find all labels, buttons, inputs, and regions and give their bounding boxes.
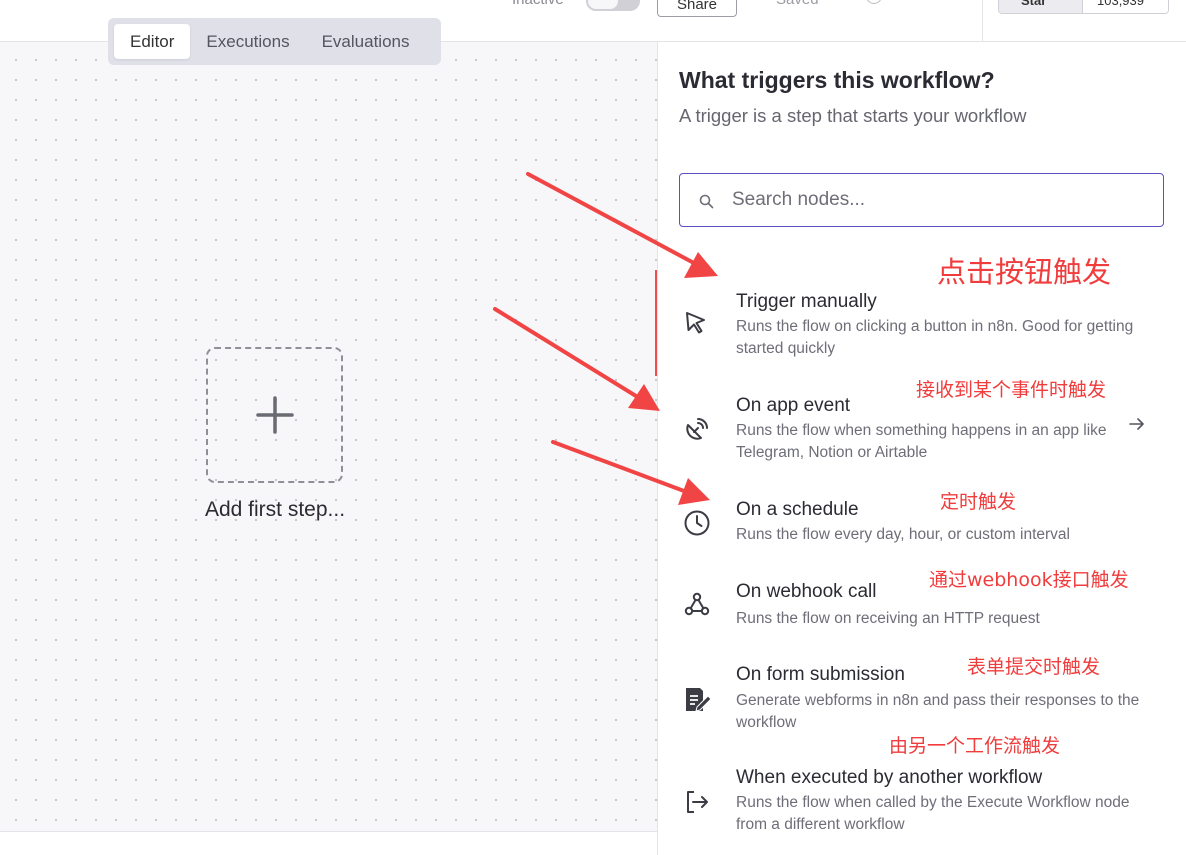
node-item-on-a-schedule[interactable]: On a schedule Runs the flow every day, h… [658,486,1186,554]
node-title: On app event [736,395,851,416]
annotation-webhook: 通过webhook接口触发 [929,569,1129,591]
webhook-icon [684,592,710,616]
node-title: On a schedule [736,499,859,520]
node-item-on-form-submission[interactable]: On form submission Generate webforms in … [658,650,1186,740]
satellite-dish-icon [686,418,708,440]
github-star-label: Star [999,0,1083,13]
add-first-step-button[interactable] [206,347,343,483]
help-icon[interactable] [866,0,882,4]
arrow-right-icon [1129,418,1144,430]
node-description: Runs the flow when called by the Execute… [736,794,1130,833]
workflow-status-label: Inactive [512,0,564,8]
node-title: When executed by another workflow [736,767,1043,788]
node-title: Trigger manually [736,291,877,312]
node-item-when-executed-by-another-workflow[interactable]: When executed by another workflow Runs t… [658,754,1186,844]
header-divider [982,0,983,42]
toggle-knob [588,0,618,9]
clock-icon [684,510,710,536]
node-description: Runs the flow on receiving an HTTP reque… [736,610,1040,627]
add-first-step-label: Add first step... [204,498,346,521]
node-description: Runs the flow on clicking a button in n8… [736,318,1134,357]
node-description: Runs the flow every day, hour, or custom… [736,526,1070,543]
search-box [679,173,1164,227]
node-title: On webhook call [736,581,877,602]
search-icon [699,194,714,209]
cursor-icon [686,312,705,334]
plus-icon [256,396,294,434]
panel-subtitle: A trigger is a step that starts your wor… [679,105,1027,126]
annotation-form: 表单提交时触发 [967,656,1101,678]
node-item-trigger-manually[interactable]: Trigger manually Runs the flow on clicki… [658,278,1186,368]
selection-indicator [655,270,657,376]
sign-out-icon [687,791,708,813]
node-title: On form submission [736,664,905,685]
annotation-schedule: 定时触发 [940,491,1017,513]
node-description: Generate webforms in n8n and pass their … [736,692,1140,731]
annotation-app-event: 接收到某个事件时触发 [916,379,1107,401]
annotation-another-workflow: 由另一个工作流触发 [889,735,1061,757]
github-star-count: 103,939 [1083,0,1168,13]
panel-title: What triggers this workflow? [679,67,995,93]
tab-evaluations[interactable]: Evaluations [306,24,426,59]
tab-editor[interactable]: Editor [114,24,191,59]
annotation-manual: 点击按钮触发 [937,255,1112,289]
search-input[interactable] [732,184,1152,216]
tab-executions[interactable]: Executions [190,24,305,59]
share-button[interactable]: Share [657,0,737,17]
active-toggle[interactable] [586,0,640,11]
github-star-button[interactable]: Star 103,939 [998,0,1169,14]
saved-status: Saved [776,0,819,8]
form-edit-icon [686,688,712,712]
canvas-footer [0,831,657,855]
view-tabs: Editor Executions Evaluations [108,18,441,65]
node-description: Runs the flow when something happens in … [736,422,1107,461]
